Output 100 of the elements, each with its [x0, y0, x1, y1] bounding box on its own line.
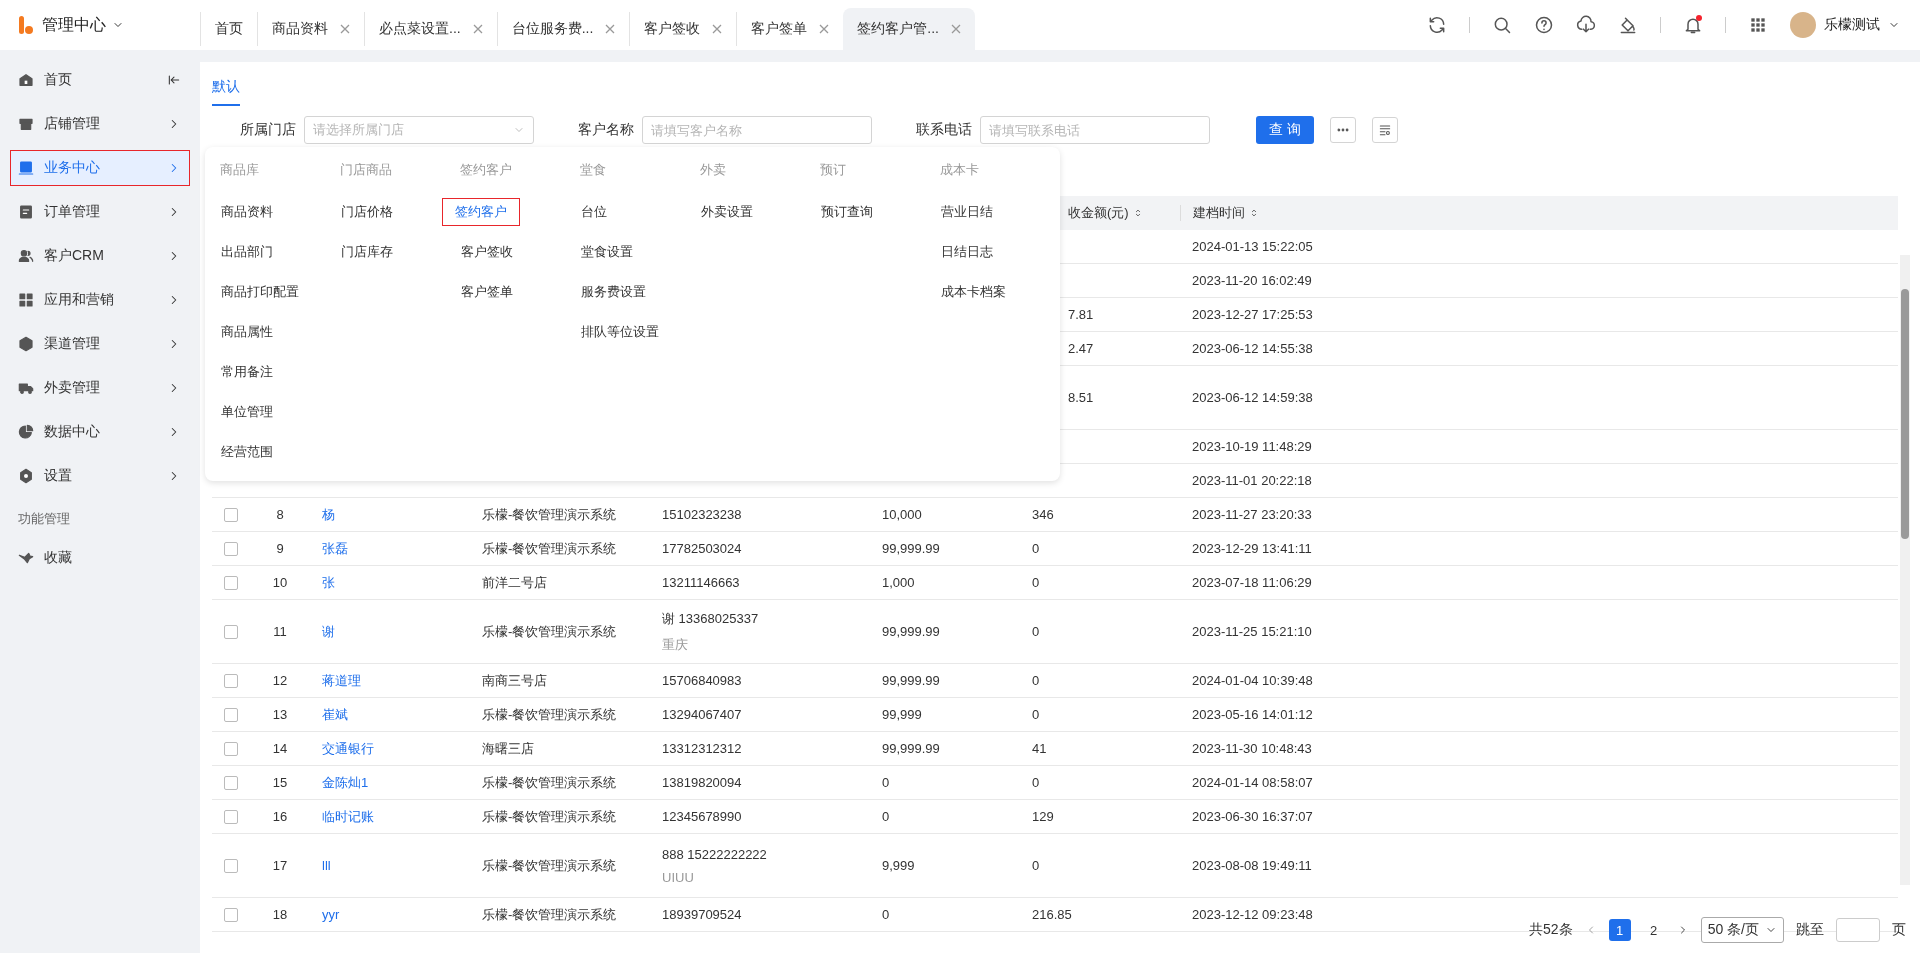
- customer-link[interactable]: 交通银行: [322, 740, 374, 756]
- close-icon[interactable]: [712, 24, 723, 34]
- row-checkbox[interactable]: [224, 673, 238, 688]
- row-checkbox[interactable]: [224, 809, 238, 824]
- column-header[interactable]: 建档时间: [1180, 205, 1898, 221]
- table-cell-text: 17782503024: [662, 541, 743, 556]
- page-tab[interactable]: 首页: [200, 12, 257, 46]
- menu-item[interactable]: 排队等位设置: [575, 321, 665, 343]
- sidebar-item[interactable]: 应用和营销: [10, 282, 190, 318]
- more-button[interactable]: [1330, 117, 1356, 143]
- query-button[interactable]: 查 询: [1256, 116, 1314, 144]
- close-icon[interactable]: [472, 24, 483, 34]
- menu-item[interactable]: 商品打印配置: [215, 281, 305, 303]
- table-cell-text: 0: [1031, 541, 1041, 556]
- sidebar-item[interactable]: 首页: [10, 62, 190, 98]
- page-input[interactable]: [1836, 918, 1880, 942]
- menu-item[interactable]: 商品资料: [215, 201, 279, 223]
- close-icon[interactable]: [340, 24, 350, 34]
- menu-item[interactable]: 客户签单: [455, 281, 519, 303]
- menu-item[interactable]: 营业日结: [935, 201, 999, 223]
- row-checkbox[interactable]: [224, 507, 238, 522]
- customer-link[interactable]: 蒋道理: [322, 672, 361, 688]
- page-tab[interactable]: 签约客户管...: [843, 8, 975, 50]
- customer-link[interactable]: 谢: [322, 623, 335, 639]
- table-cell-text: 0: [881, 809, 891, 824]
- table-cell-text: 129: [1031, 809, 1055, 824]
- view-tab[interactable]: 默认: [212, 78, 240, 106]
- menu-item[interactable]: 商品属性: [215, 321, 279, 343]
- customer-link[interactable]: lll: [322, 858, 331, 873]
- menu-item[interactable]: 单位管理: [215, 401, 279, 423]
- table-cell-text: 前洋二号店: [481, 573, 548, 592]
- list-icon: [18, 204, 34, 220]
- table-cell-text: 2023-12-29 13:41:11: [1191, 541, 1313, 556]
- sidebar-item[interactable]: 渠道管理: [10, 326, 190, 362]
- house-icon: [18, 72, 34, 88]
- page-label: 页: [1892, 921, 1906, 939]
- sidebar-item[interactable]: 设置: [10, 458, 190, 494]
- row-checkbox[interactable]: [224, 775, 238, 790]
- input-field[interactable]: 请填写客户名称: [642, 116, 872, 144]
- menu-item[interactable]: 门店库存: [335, 241, 399, 263]
- row-checkbox[interactable]: [224, 707, 238, 722]
- page-button[interactable]: 2: [1642, 919, 1665, 941]
- row-checkbox[interactable]: [224, 541, 238, 556]
- sidebar-item[interactable]: 收藏: [10, 540, 190, 576]
- page-button[interactable]: 1: [1608, 919, 1631, 941]
- menu-item[interactable]: 经营范围: [215, 441, 279, 463]
- app-switcher[interactable]: 管理中心: [42, 14, 124, 36]
- row-checkbox[interactable]: [224, 858, 238, 873]
- sidebar-item[interactable]: 业务中心: [10, 150, 190, 186]
- menu-item[interactable]: 常用备注: [215, 361, 279, 383]
- customer-link[interactable]: 临时记账: [322, 808, 374, 824]
- scrollbar[interactable]: [1900, 255, 1910, 885]
- page-tab[interactable]: 台位服务费...: [496, 12, 630, 46]
- row-checkbox[interactable]: [224, 624, 238, 639]
- row-checkbox[interactable]: [224, 741, 238, 756]
- menu-item[interactable]: 服务费设置: [575, 281, 652, 303]
- sidebar-item[interactable]: 店铺管理: [10, 106, 190, 142]
- sidebar-item[interactable]: 数据中心: [10, 414, 190, 450]
- row-checkbox[interactable]: [224, 907, 238, 922]
- page-tab[interactable]: 客户签收: [629, 12, 737, 46]
- menu-item[interactable]: 外卖设置: [695, 201, 759, 223]
- menu-item[interactable]: 签约客户: [442, 198, 520, 226]
- close-icon[interactable]: [951, 24, 961, 34]
- sidebar-item[interactable]: 外卖管理: [10, 370, 190, 406]
- customer-link[interactable]: 张磊: [322, 540, 348, 556]
- total-count: 共52条: [1529, 921, 1573, 939]
- filter-list-button[interactable]: [1372, 117, 1398, 143]
- sidebar-item[interactable]: 订单管理: [10, 194, 190, 230]
- column-header[interactable]: 收金额(元): [1020, 205, 1180, 221]
- row-number: 16: [271, 809, 289, 824]
- table-cell-text: 13312312312: [662, 741, 743, 756]
- table-cell-text: 0: [881, 907, 891, 922]
- menu-item[interactable]: 台位: [575, 201, 613, 223]
- menu-item[interactable]: 预订查询: [815, 201, 879, 223]
- customer-link[interactable]: 杨: [322, 506, 335, 522]
- row-checkbox[interactable]: [224, 575, 238, 590]
- page-tab[interactable]: 必点菜设置...: [364, 12, 497, 46]
- customer-link[interactable]: yyr: [322, 907, 340, 922]
- menu-item[interactable]: 堂食设置: [575, 241, 639, 263]
- input-field[interactable]: 请填写联系电话: [980, 116, 1210, 144]
- table-cell-text: 乐檬-餐饮管理演示系统: [481, 905, 618, 924]
- customer-link[interactable]: 崔斌: [322, 706, 348, 722]
- menu-item[interactable]: 成本卡档案: [935, 281, 1012, 303]
- menu-item[interactable]: 门店价格: [335, 201, 399, 223]
- close-icon[interactable]: [605, 24, 616, 34]
- menu-item[interactable]: 客户签收: [455, 241, 519, 263]
- table-cell-text: 2023-11-01 20:22:18: [1191, 473, 1313, 488]
- menu-item[interactable]: 日结日志: [935, 241, 999, 263]
- avatar[interactable]: [1790, 12, 1816, 38]
- close-icon[interactable]: [819, 24, 830, 34]
- row-number: 15: [271, 775, 289, 790]
- menu-group-title: 商品库: [220, 161, 260, 179]
- page-tab[interactable]: 商品资料: [257, 12, 364, 46]
- customer-link[interactable]: 金陈灿1: [322, 774, 369, 790]
- sidebar-item[interactable]: 客户CRM: [10, 238, 190, 274]
- table-cell-text: UIUU: [662, 869, 695, 885]
- menu-item[interactable]: 出品部门: [215, 241, 279, 263]
- page-size-select[interactable]: 50 条/页: [1700, 917, 1784, 943]
- user-name[interactable]: 乐檬测试: [1824, 16, 1880, 34]
- customer-link[interactable]: 张: [322, 574, 335, 590]
